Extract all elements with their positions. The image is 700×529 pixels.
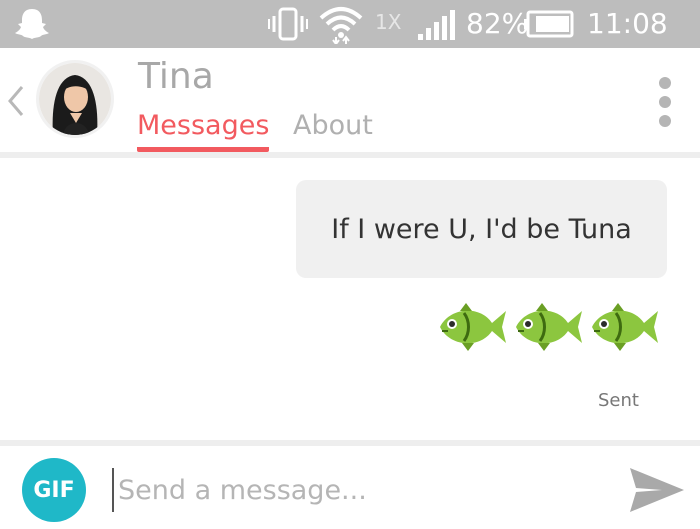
status-bar: 1X 82% 11:08 AM — [0, 0, 700, 71]
gif-button[interactable]: GIF — [22, 458, 86, 522]
contact-avatar[interactable] — [36, 60, 114, 138]
message-composer: GIF — [0, 440, 700, 529]
chat-header: Tina Messages About — [0, 48, 700, 158]
back-chevron-icon[interactable] — [6, 84, 26, 122]
battery-percent: 82% — [466, 7, 529, 40]
message-text: If I were U, I'd be Tuna — [331, 213, 632, 245]
send-icon[interactable] — [628, 464, 686, 520]
emoji-message[interactable] — [436, 301, 660, 357]
clock-time: 11:08 — [587, 7, 668, 40]
snapchat-ghost-icon — [14, 7, 50, 45]
fish-icon — [436, 301, 508, 357]
fish-icon — [512, 301, 584, 357]
signal-icon — [417, 8, 457, 46]
message-input[interactable] — [112, 468, 610, 512]
battery-icon — [524, 10, 574, 42]
message-thread: If I were U, I'd be Tuna Sent — [0, 158, 700, 440]
tab-messages[interactable]: Messages — [137, 110, 270, 152]
outgoing-message-bubble[interactable]: If I were U, I'd be Tuna — [296, 180, 667, 278]
network-mode-label: 1X — [375, 10, 402, 34]
wifi-icon — [318, 4, 364, 48]
more-options-icon[interactable] — [655, 76, 675, 134]
tab-about[interactable]: About — [293, 110, 373, 141]
message-status: Sent — [598, 390, 639, 411]
contact-name: Tina — [138, 56, 214, 97]
fish-icon — [588, 301, 660, 357]
vibrate-icon — [268, 7, 308, 45]
